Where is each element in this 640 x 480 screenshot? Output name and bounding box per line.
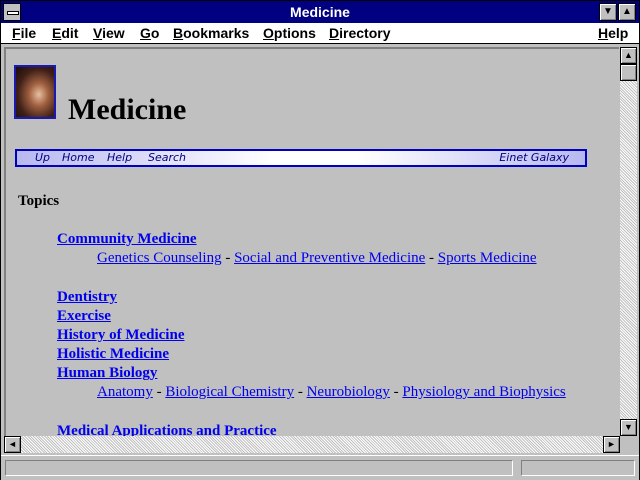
menu-help[interactable]: Help — [598, 24, 628, 42]
nav-search-link[interactable]: Search — [148, 151, 186, 165]
navigation-bar: Up Home Help Search Einet Galaxy — [15, 149, 587, 167]
menu-bookmarks[interactable]: Bookmarks — [173, 24, 249, 42]
menu-options[interactable]: Options — [263, 24, 316, 42]
scroll-up-button[interactable]: ▲ — [620, 47, 637, 64]
menu-bar: File Edit View Go Bookmarks Options Dire… — [1, 23, 639, 44]
human-biology-subtopics: Anatomy - Biological Chemistry - Neurobi… — [97, 384, 566, 400]
scroll-right-button[interactable]: ► — [603, 436, 620, 453]
link-genetics-counseling[interactable]: Genetics Counseling — [97, 250, 222, 266]
menu-edit[interactable]: Edit — [52, 24, 78, 42]
nav-home-link[interactable]: Home — [62, 151, 94, 165]
menu-go[interactable]: Go — [140, 24, 159, 42]
nav-up-link[interactable]: Up — [35, 151, 50, 165]
page-title: Medicine — [68, 93, 187, 126]
progress-indicator — [521, 460, 635, 476]
category-exercise[interactable]: Exercise — [57, 308, 111, 325]
link-social-preventive-medicine[interactable]: Social and Preventive Medicine — [234, 250, 425, 266]
nav-einet-galaxy-link[interactable]: Einet Galaxy — [499, 151, 569, 165]
category-dentistry[interactable]: Dentistry — [57, 289, 117, 306]
category-holistic-medicine[interactable]: Holistic Medicine — [57, 346, 169, 363]
link-anatomy[interactable]: Anatomy — [97, 384, 153, 400]
horizontal-scroll-track[interactable] — [21, 436, 603, 453]
page-content[interactable]: Medicine Up Home Help Search Einet Galax… — [4, 47, 619, 436]
browser-window: Medicine ▼ ▲ File Edit View Go Bookmarks… — [0, 0, 640, 480]
link-biological-chemistry[interactable]: Biological Chemistry — [165, 384, 294, 400]
title-bar[interactable]: Medicine ▼ ▲ — [1, 1, 639, 23]
category-history-of-medicine[interactable]: History of Medicine — [57, 327, 184, 344]
vertical-scroll-track[interactable] — [620, 64, 637, 419]
vertical-scroll-thumb[interactable] — [620, 64, 637, 81]
link-physiology-biophysics[interactable]: Physiology and Biophysics — [402, 384, 565, 400]
nav-help-link[interactable]: Help — [107, 151, 132, 165]
medicine-logo-image — [14, 65, 56, 119]
topics-heading: Topics — [18, 193, 60, 209]
menu-file[interactable]: File — [12, 24, 36, 42]
link-neurobiology[interactable]: Neurobiology — [307, 384, 390, 400]
vertical-scrollbar[interactable]: ▲ ▼ — [620, 47, 637, 436]
community-subtopics: Genetics Counseling - Social and Prevent… — [97, 250, 537, 266]
status-text — [5, 460, 513, 476]
category-community-medicine[interactable]: Community Medicine — [57, 231, 197, 248]
menu-view[interactable]: View — [93, 24, 125, 42]
minimize-button[interactable]: ▼ — [599, 3, 617, 21]
maximize-button[interactable]: ▲ — [618, 3, 636, 21]
window-title: Medicine — [290, 4, 350, 20]
scroll-down-button[interactable]: ▼ — [620, 419, 637, 436]
menu-directory[interactable]: Directory — [329, 24, 390, 42]
scroll-left-button[interactable]: ◄ — [4, 436, 21, 453]
link-sports-medicine[interactable]: Sports Medicine — [438, 250, 537, 266]
category-medical-applications[interactable]: Medical Applications and Practice — [57, 423, 277, 436]
category-human-biology[interactable]: Human Biology — [57, 365, 157, 382]
status-bar — [1, 455, 639, 480]
horizontal-scrollbar[interactable]: ◄ ► — [4, 436, 620, 453]
